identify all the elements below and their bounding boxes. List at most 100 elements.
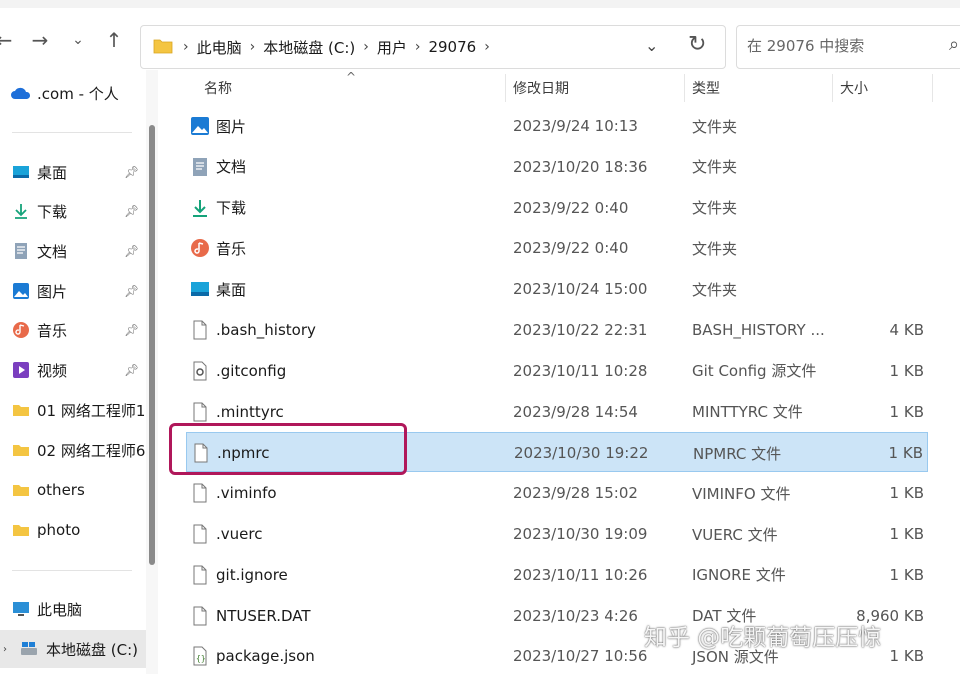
recent-locations-chevron-icon[interactable]: ⌄ [66, 28, 90, 52]
config-file-icon [190, 361, 210, 381]
breadcrumb-users[interactable]: 用户 [371, 37, 413, 58]
column-divider[interactable] [684, 74, 685, 102]
breadcrumb-separator-icon[interactable]: › [413, 39, 423, 55]
file-size: 1 KB [889, 525, 924, 543]
sidebar-item-label: 音乐 [37, 321, 68, 340]
file-size: 1 KB [888, 444, 923, 463]
file-row[interactable]: .vuerc 2023/10/30 19:09 VUERC 文件 1 KB [186, 514, 928, 554]
document-icon [190, 157, 210, 177]
music-icon [13, 322, 29, 338]
watermark: 知乎 @吃颗葡萄压压惊 [644, 625, 882, 651]
refresh-icon[interactable]: ↻ [688, 32, 706, 57]
file-row[interactable]: 桌面 2023/10/24 15:00 文件夹 [186, 269, 928, 309]
pin-icon[interactable]: 📌︎ [124, 244, 139, 258]
expand-chevron-icon[interactable]: › [3, 644, 7, 655]
file-icon [190, 320, 210, 340]
file-modified-date: 2023/9/28 15:02 [513, 484, 638, 503]
file-modified-date: 2023/10/22 22:31 [513, 321, 648, 339]
file-row[interactable]: 图片 2023/9/24 10:13 文件夹 [186, 106, 928, 146]
up-arrow-icon[interactable]: ↑ [102, 28, 126, 52]
sidebar-scrollbar-thumb[interactable] [149, 125, 155, 565]
sidebar-item-label: 文档 [37, 242, 68, 261]
address-history-chevron-icon[interactable]: ⌄ [645, 36, 658, 55]
sidebar-item-pictures[interactable]: 图片 📌︎ [0, 272, 146, 310]
column-header-date[interactable]: 修改日期 [513, 70, 569, 106]
column-header-size[interactable]: 大小 [840, 70, 868, 106]
file-type: 文件夹 [692, 199, 738, 218]
file-name: 桌面 [216, 280, 247, 299]
navigation-bar: ← → ⌄ ↑ › 此电脑 › 本地磁盘 (C:) › 用户 › 29076 ›… [0, 8, 960, 70]
sidebar-item-downloads[interactable]: 下载 📌︎ [0, 192, 146, 230]
file-size [844, 228, 924, 268]
column-divider[interactable] [505, 74, 506, 102]
file-size: 4 KB [889, 321, 924, 339]
file-row[interactable]: .viminfo 2023/9/28 15:02 VIMINFO 文件 1 KB [186, 473, 928, 513]
sidebar-item-label: 此电脑 [37, 600, 83, 619]
breadcrumb-user-folder[interactable]: 29076 [422, 38, 482, 56]
search-input[interactable] [745, 36, 939, 56]
search-icon[interactable]: ⌕ [949, 34, 959, 55]
file-type: IGNORE 文件 [692, 566, 786, 585]
pin-icon[interactable]: 📌︎ [124, 165, 139, 179]
file-size: 1 KB [889, 565, 924, 584]
breadcrumb-local-disk[interactable]: 本地磁盘 (C:) [257, 37, 361, 58]
address-bar[interactable]: › 此电脑 › 本地磁盘 (C:) › 用户 › 29076 › ⌄ ↻ [140, 25, 726, 69]
breadcrumb-separator-icon[interactable]: › [248, 39, 258, 55]
sidebar-item-local-disk[interactable]: › 本地磁盘 (C:) [0, 630, 146, 668]
column-divider[interactable] [932, 74, 933, 102]
sidebar-item-documents[interactable]: 文档 📌︎ [0, 232, 146, 270]
sidebar-item-label: 本地磁盘 (C:) [46, 640, 138, 659]
annotation-highlight-box [169, 423, 407, 475]
file-modified-date: 2023/9/22 0:40 [513, 239, 629, 258]
sidebar-item-label: 桌面 [37, 163, 68, 182]
file-row[interactable]: git.ignore 2023/10/11 10:26 IGNORE 文件 1 KB [186, 555, 928, 595]
forward-arrow-icon[interactable]: → [28, 28, 52, 52]
file-size: 1 KB [889, 484, 924, 503]
file-modified-date: 2023/10/30 19:22 [514, 444, 649, 463]
pin-icon[interactable]: 📌︎ [124, 204, 139, 218]
sidebar-divider [12, 132, 132, 133]
sidebar-item-this-pc[interactable]: 此电脑 [0, 590, 146, 628]
file-name: package.json [216, 647, 315, 666]
file-modified-date: 2023/10/23 4:26 [513, 606, 638, 625]
file-row[interactable]: 文档 2023/10/20 18:36 文件夹 [186, 147, 928, 187]
column-divider[interactable] [832, 74, 833, 102]
sidebar-item-label: 视频 [37, 361, 68, 380]
file-row[interactable]: 下载 2023/9/22 0:40 文件夹 [186, 188, 928, 228]
desktop-icon [190, 279, 210, 299]
svg-text:{}: {} [196, 654, 206, 663]
pin-icon[interactable]: 📌︎ [124, 323, 139, 337]
folder-icon [153, 39, 173, 54]
file-row[interactable]: .gitconfig 2023/10/11 10:28 Git Config 源文件… [186, 351, 928, 391]
sidebar-item-videos[interactable]: 视频 📌︎ [0, 351, 146, 389]
folder-icon [13, 525, 29, 536]
column-header-name[interactable]: 名称 [204, 70, 232, 106]
breadcrumb-this-pc[interactable]: 此电脑 [191, 37, 248, 58]
pin-icon[interactable]: 📌︎ [124, 363, 139, 377]
pin-icon[interactable]: 📌︎ [124, 284, 139, 298]
sidebar-item-folder[interactable]: others [0, 471, 146, 509]
sidebar-item-desktop[interactable]: 桌面 📌︎ [0, 153, 146, 191]
file-row[interactable]: 音乐 2023/9/22 0:40 文件夹 [186, 228, 928, 268]
sidebar-item-folder[interactable]: 01 网络工程师1 [0, 391, 146, 429]
column-header-type[interactable]: 类型 [692, 70, 720, 106]
sidebar-item-folder[interactable]: 02 网络工程师6 [0, 431, 146, 469]
file-modified-date: 2023/10/11 10:28 [513, 361, 648, 380]
computer-icon [13, 602, 29, 616]
desktop-icon [13, 166, 29, 178]
file-type: VIMINFO 文件 [692, 484, 791, 503]
sidebar-item-label: .com - 个人 [37, 84, 119, 103]
document-icon [15, 243, 27, 259]
search-box[interactable]: ⌕ [736, 25, 960, 69]
back-arrow-icon[interactable]: ← [0, 28, 16, 52]
drive-icon [21, 642, 37, 655]
breadcrumb-separator-icon[interactable]: › [482, 39, 492, 55]
file-size: 1 KB [889, 402, 924, 421]
file-row[interactable]: .bash_history 2023/10/22 22:31 BASH_HISTOR… [186, 310, 928, 350]
breadcrumb-separator-icon[interactable]: › [361, 39, 371, 55]
file-name: .vuerc [216, 525, 263, 543]
sidebar-item-onedrive[interactable]: .com - 个人 [0, 74, 146, 112]
file-modified-date: 2023/10/27 10:56 [513, 647, 648, 666]
sidebar-item-folder[interactable]: photo [0, 511, 146, 549]
sidebar-item-music[interactable]: 音乐 📌︎ [0, 311, 146, 349]
